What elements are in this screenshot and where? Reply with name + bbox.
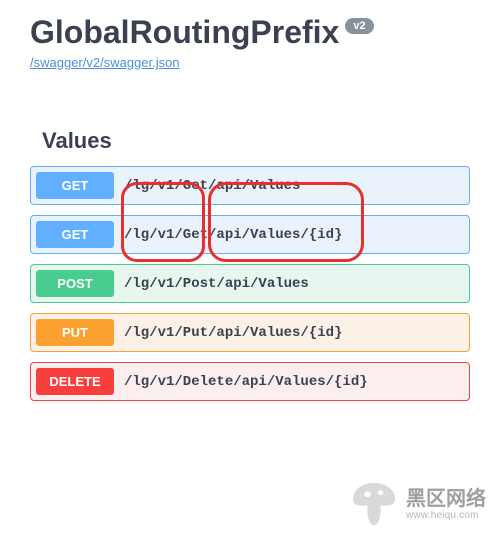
method-badge-delete: DELETE bbox=[36, 368, 114, 395]
operation-path: /lg/v1/Get/api/Values bbox=[124, 178, 300, 194]
operation-path: /lg/v1/Get/api/Values/{id} bbox=[124, 227, 342, 243]
operation-path: /lg/v1/Put/api/Values/{id} bbox=[124, 325, 342, 341]
method-badge-get: GET bbox=[36, 221, 114, 248]
method-badge-post: POST bbox=[36, 270, 114, 297]
watermark-cn: 黑区网络 bbox=[406, 488, 486, 510]
operation-row[interactable]: GET /lg/v1/Get/api/Values/{id} bbox=[30, 215, 470, 254]
section-header[interactable]: Values bbox=[42, 128, 470, 154]
version-badge: v2 bbox=[345, 18, 373, 34]
method-badge-put: PUT bbox=[36, 319, 114, 346]
swagger-json-link[interactable]: /swagger/v2/swagger.json bbox=[30, 55, 180, 70]
operation-row[interactable]: GET /lg/v1/Get/api/Values bbox=[30, 166, 470, 205]
watermark: 黑区网络 www.heiqu.com bbox=[348, 478, 486, 530]
method-badge-get: GET bbox=[36, 172, 114, 199]
operation-row[interactable]: DELETE /lg/v1/Delete/api/Values/{id} bbox=[30, 362, 470, 401]
operation-row[interactable]: PUT /lg/v1/Put/api/Values/{id} bbox=[30, 313, 470, 352]
page-title: GlobalRoutingPrefix v2 bbox=[30, 14, 470, 51]
watermark-en: www.heiqu.com bbox=[406, 510, 486, 521]
title-text: GlobalRoutingPrefix bbox=[30, 14, 339, 51]
mushroom-icon bbox=[348, 478, 400, 530]
operation-path: /lg/v1/Delete/api/Values/{id} bbox=[124, 374, 368, 390]
operation-row[interactable]: POST /lg/v1/Post/api/Values bbox=[30, 264, 470, 303]
operation-path: /lg/v1/Post/api/Values bbox=[124, 276, 309, 292]
